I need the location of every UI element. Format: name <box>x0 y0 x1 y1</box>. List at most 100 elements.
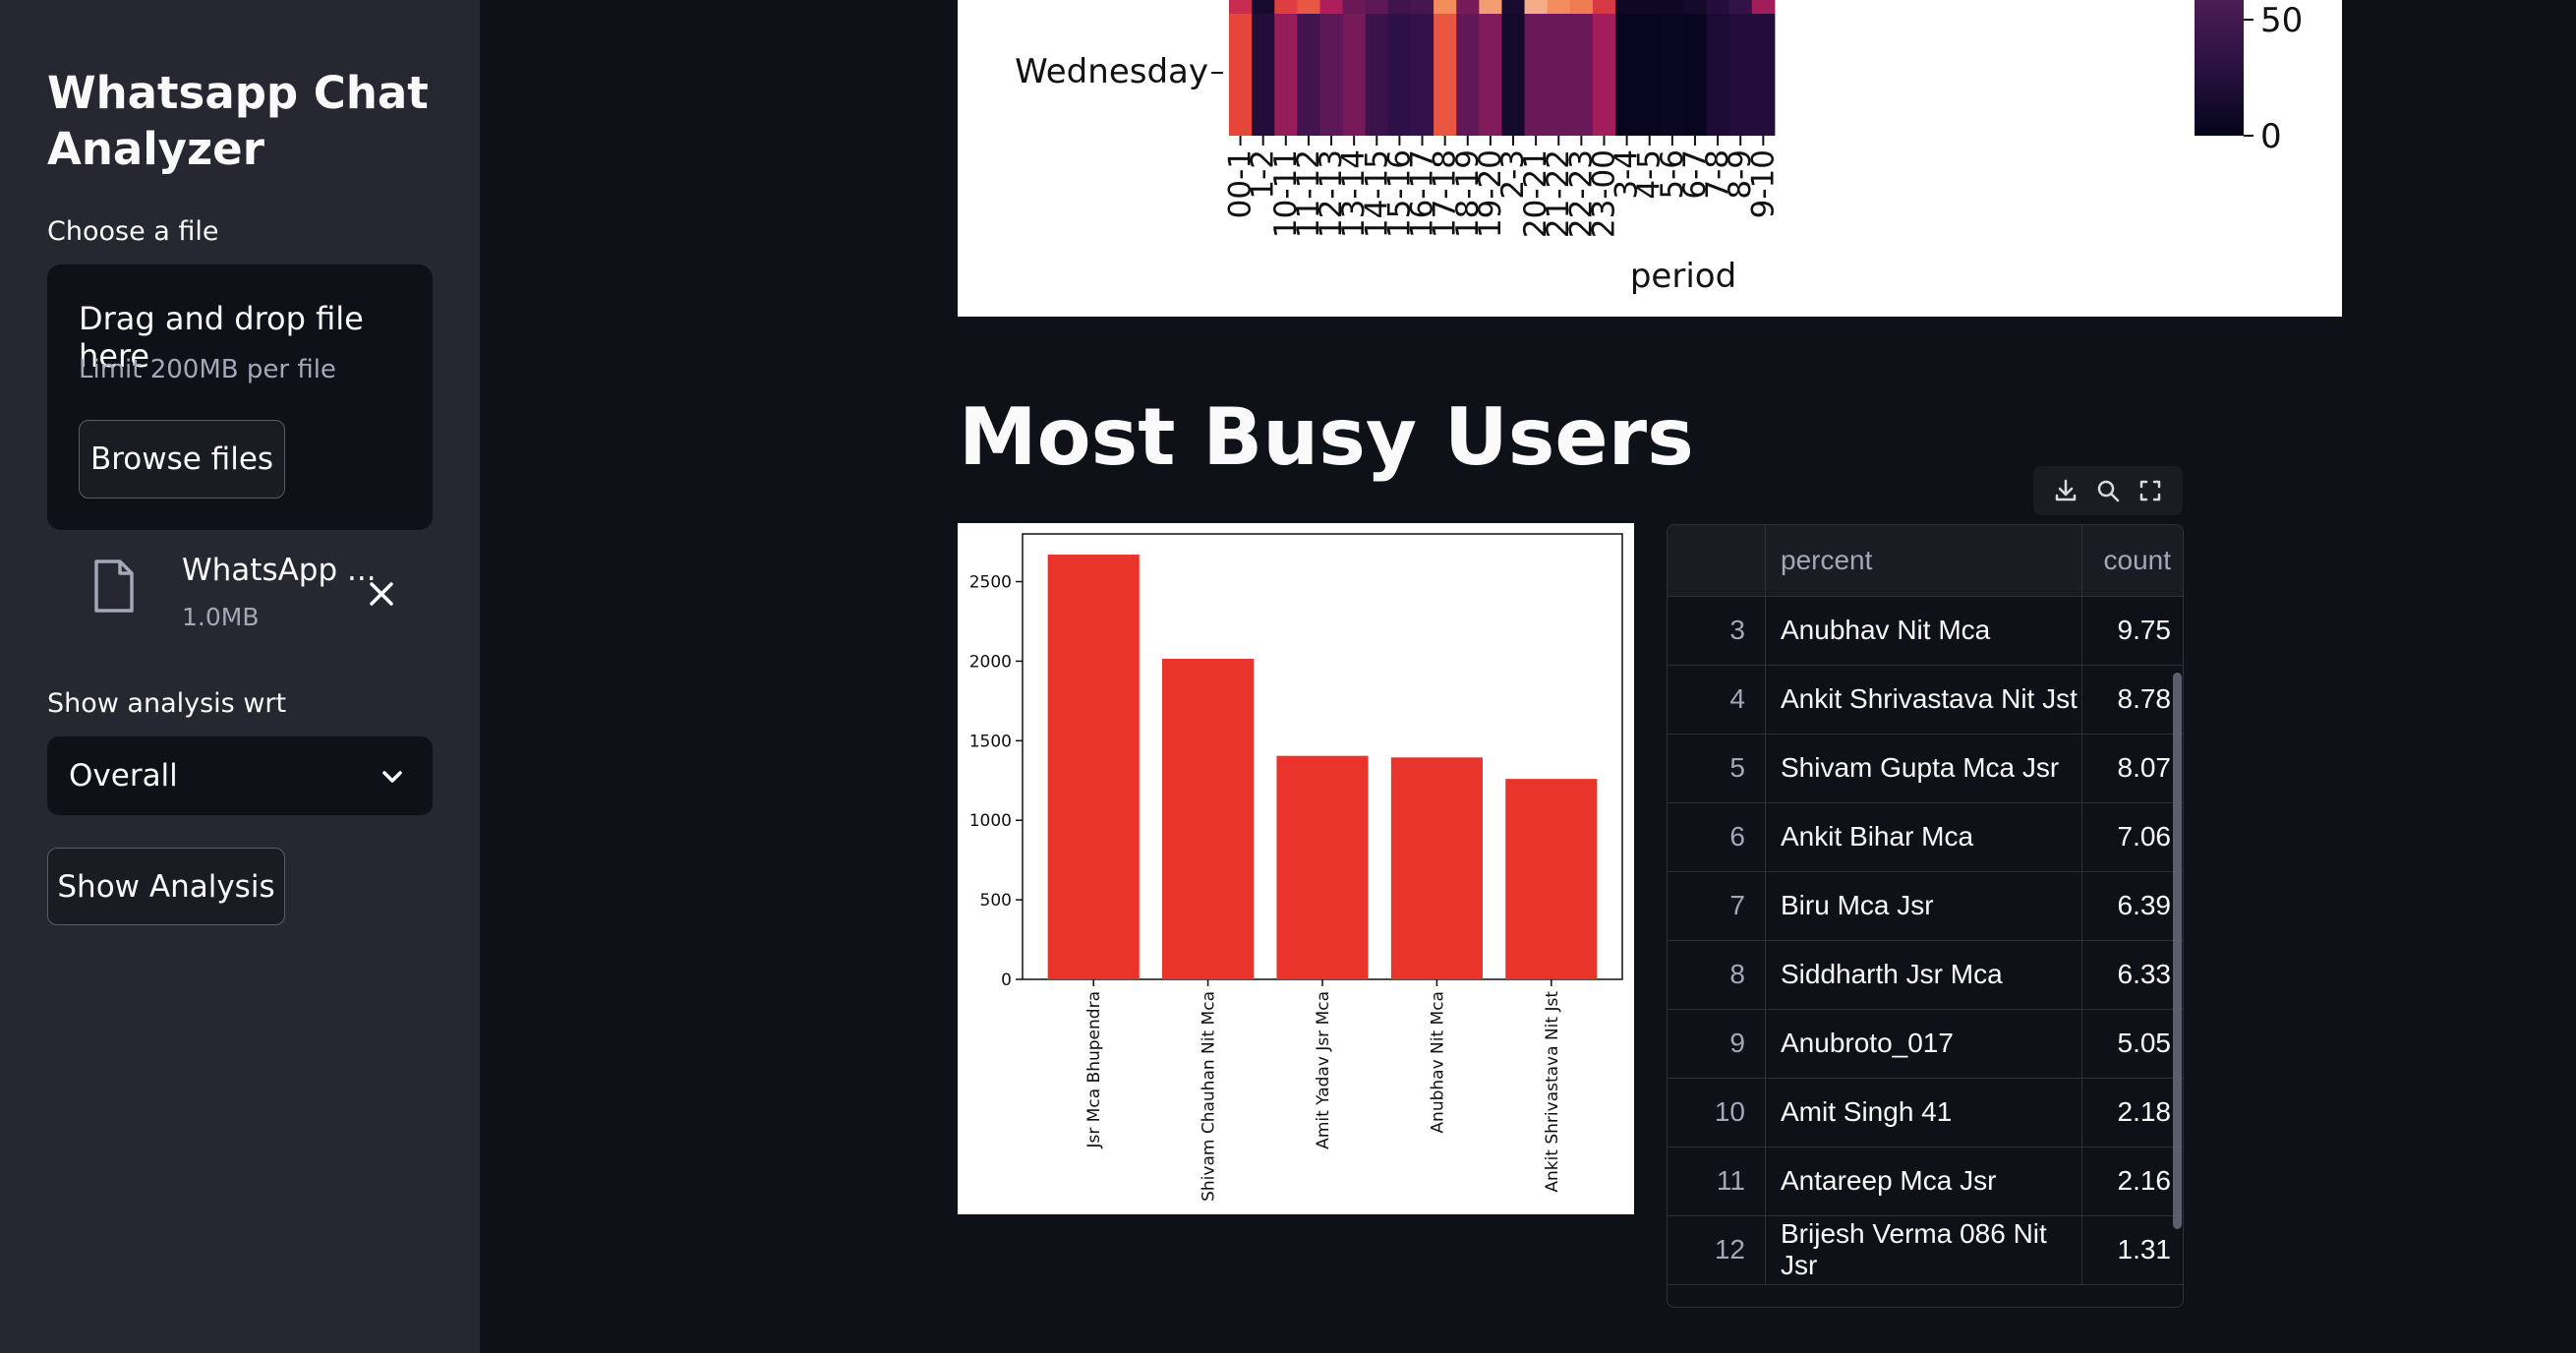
user-select[interactable]: Overall <box>47 736 433 815</box>
row-value[interactable]: 2.16 <box>2082 1147 2183 1215</box>
user-select-value: Overall <box>69 758 178 794</box>
heatmap-cell <box>1229 14 1253 136</box>
row-index: 11 <box>1668 1147 1766 1215</box>
row-index: 9 <box>1668 1009 1766 1078</box>
analysis-select-label: Show analysis wrt <box>47 688 287 719</box>
row-index: 10 <box>1668 1078 1766 1147</box>
download-icon[interactable] <box>2053 478 2078 503</box>
heatmap-cell <box>1297 14 1320 136</box>
table-row[interactable]: 10 Amit Singh 41 2.18 <box>1668 1078 2183 1147</box>
heatmap-cell <box>1319 14 1344 136</box>
file-uploader-label: Choose a file <box>47 216 219 247</box>
row-value[interactable]: 7.06 <box>2082 802 2183 871</box>
table-row[interactable]: 4 Ankit Shrivastava Nit Jst 8.78 <box>1668 665 2183 735</box>
busy-users-bar-chart: 0 500 1000 1500 2000 2500 Jsr Mca Bhupendra Shi… <box>958 523 1634 1214</box>
y-tick-label: 0 <box>1001 971 1012 990</box>
heatmap-cell <box>1342 14 1367 136</box>
heatmap-cell <box>1638 0 1662 14</box>
row-name[interactable]: Biru Mca Jsr <box>1766 871 2082 940</box>
row-value[interactable]: 2.18 <box>2082 1078 2183 1147</box>
row-index: 7 <box>1668 871 1766 940</box>
heatmap-cell <box>1434 0 1457 14</box>
heatmap-cell <box>1387 14 1412 136</box>
bar <box>1162 659 1255 979</box>
row-name[interactable]: Brijesh Verma 086 Nit Jsr <box>1766 1215 2082 1284</box>
row-name[interactable]: Ankit Shrivastava Nit Jst <box>1766 665 2082 734</box>
heatmap-cell <box>1547 14 1571 136</box>
heatmap-cell <box>1569 0 1594 14</box>
table-row[interactable]: 12 Brijesh Verma 086 Nit Jsr 1.31 <box>1668 1215 2183 1285</box>
table-row[interactable]: 8 Siddharth Jsr Mca 6.33 <box>1668 940 2183 1010</box>
bar <box>1276 755 1369 979</box>
bar <box>1390 757 1483 979</box>
row-value[interactable]: 6.39 <box>2082 871 2183 940</box>
table-row[interactable]: 3 Anubhav Nit Mca 9.75 <box>1668 596 2183 666</box>
heatmap-cell <box>1683 0 1708 14</box>
row-name[interactable]: Shivam Gupta Mca Jsr <box>1766 734 2082 802</box>
row-name[interactable]: Antareep Mca Jsr <box>1766 1147 2082 1215</box>
x-tick-label: Jsr Mca Bhupendra <box>1084 991 1104 1149</box>
show-analysis-button[interactable]: Show Analysis <box>47 848 285 925</box>
row-name[interactable]: Anubhav Nit Mca <box>1766 596 2082 665</box>
y-tick-label: 1500 <box>969 732 1012 751</box>
colorbar-tick-label: 0 <box>2260 117 2282 156</box>
heatmap-cell <box>1342 0 1367 14</box>
y-tick-label: 2000 <box>969 652 1012 672</box>
row-name[interactable]: Anubroto_017 <box>1766 1009 2082 1078</box>
heatmap-cell <box>1728 14 1753 136</box>
file-dropzone[interactable]: Drag and drop file here Limit 200MB per … <box>47 265 433 530</box>
heatmap-cell <box>1229 0 1253 14</box>
heatmap-cell <box>1319 0 1344 14</box>
heatmap-row-label: Wednesday <box>1015 52 1208 91</box>
colorbar-tick-label: 50 <box>2260 1 2303 40</box>
row-value[interactable]: 5.05 <box>2082 1009 2183 1078</box>
row-value[interactable]: 9.75 <box>2082 596 2183 665</box>
row-name[interactable]: Siddharth Jsr Mca <box>1766 940 2082 1009</box>
heatmap-cell <box>1638 14 1662 136</box>
row-name[interactable]: Ankit Bihar Mca <box>1766 802 2082 871</box>
row-index: 6 <box>1668 802 1766 871</box>
fullscreen-icon[interactable] <box>2137 478 2163 503</box>
app-title: Whatsapp Chat Analyzer <box>47 67 429 175</box>
chevron-down-icon <box>382 771 402 783</box>
header-percent[interactable]: percent <box>1766 525 2082 596</box>
heatmap-cell <box>1683 14 1708 136</box>
table-row[interactable]: 6 Ankit Bihar Mca 7.06 <box>1668 802 2183 872</box>
table-row[interactable]: 7 Biru Mca Jsr 6.39 <box>1668 871 2183 941</box>
table-scrollbar[interactable] <box>2173 673 2182 1229</box>
table-row[interactable]: 9 Anubroto_017 5.05 <box>1668 1009 2183 1079</box>
heatmap-cell <box>1501 14 1526 136</box>
heatmap-cell <box>1547 0 1571 14</box>
heatmap-cell <box>1661 14 1684 136</box>
table-row[interactable]: 5 Shivam Gupta Mca Jsr 8.07 <box>1668 734 2183 803</box>
heatmap-xtick-label: 9-10 <box>1745 149 1781 218</box>
header-count[interactable]: count <box>2082 525 2183 596</box>
row-value[interactable]: 8.07 <box>2082 734 2183 802</box>
heatmap-colorbar <box>2195 0 2244 136</box>
sidebar: Whatsapp Chat Analyzer Choose a file Dra… <box>0 0 480 1353</box>
busy-users-table[interactable]: percent count 3 Anubhav Nit Mca 9.75 4 Ankit… <box>1667 524 2184 1308</box>
heatmap-cell <box>1524 14 1549 136</box>
heatmap-cell <box>1410 0 1434 14</box>
row-index: 8 <box>1668 940 1766 1009</box>
heatmap-chart: Wednesday 00-11-210-1111-1212-1313-1414-… <box>1015 0 2303 296</box>
row-index: 12 <box>1668 1215 1766 1284</box>
bar <box>1505 779 1598 979</box>
table-row[interactable]: 11 Antareep Mca Jsr 2.16 <box>1668 1147 2183 1216</box>
row-value[interactable]: 1.31 <box>2082 1215 2183 1284</box>
dropzone-limit: Limit 200MB per file <box>79 355 336 384</box>
y-tick-label: 500 <box>980 891 1012 911</box>
x-tick-label: Amit Yadav Jsr Mca <box>1314 991 1333 1149</box>
remove-file-icon[interactable] <box>362 574 401 614</box>
heatmap-cell <box>1274 0 1298 14</box>
row-value[interactable]: 8.78 <box>2082 665 2183 734</box>
heatmap-cell <box>1434 14 1457 136</box>
heatmap-cell <box>1365 0 1389 14</box>
heatmap-xlabel: period <box>1630 257 1736 296</box>
uploaded-file-size: 1.0MB <box>182 603 260 631</box>
row-name[interactable]: Amit Singh 41 <box>1766 1078 2082 1147</box>
browse-files-button[interactable]: Browse files <box>79 420 285 499</box>
search-icon[interactable] <box>2095 478 2121 503</box>
x-tick-label: Anubhav Nit Mca <box>1428 991 1447 1134</box>
row-value[interactable]: 6.33 <box>2082 940 2183 1009</box>
